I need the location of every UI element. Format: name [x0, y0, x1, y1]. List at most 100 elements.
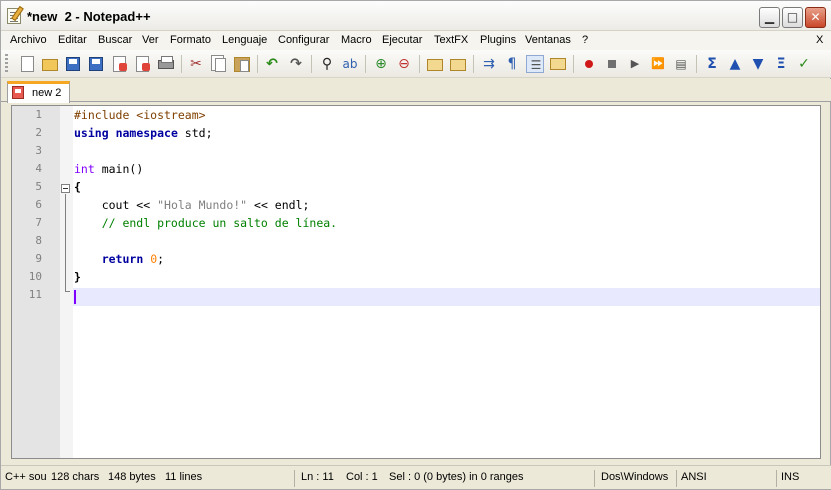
open-icon[interactable]: [41, 55, 59, 73]
menu-ver[interactable]: Ver: [142, 34, 159, 46]
code-token: return: [101, 252, 144, 266]
code-token: << endl;: [247, 198, 310, 212]
code-token: "Hola Mundo!": [157, 198, 248, 212]
menu-editar[interactable]: Editar: [58, 34, 87, 46]
menu-help[interactable]: ?: [582, 34, 588, 46]
word-wrap-icon[interactable]: ⇉: [480, 55, 498, 73]
save-all-icon[interactable]: [87, 55, 105, 73]
notepad-app-icon[interactable]: [7, 8, 21, 24]
maximize-button[interactable]: □: [782, 7, 803, 28]
redo-icon[interactable]: ↷: [287, 55, 305, 73]
replace-icon[interactable]: ab: [341, 55, 359, 73]
code-line[interactable]: int main(): [74, 162, 143, 176]
sync-vertical-icon[interactable]: [426, 55, 444, 73]
status-line: Ln : 11: [301, 471, 334, 483]
stop-macro-icon[interactable]: [603, 55, 621, 73]
line-number[interactable]: 2: [12, 126, 42, 139]
code-token: ;: [157, 252, 165, 266]
toolbar: ✂ ↶ ↷ ⚲ ab ⊕ ⊖ ⇉ ¶ ☰ ▶ ⏩ ▤ Σ ▲ ▼ Ξ ✓: [1, 50, 831, 78]
textfx-icon[interactable]: Σ: [703, 55, 721, 73]
save-macro-icon[interactable]: ▤: [672, 55, 690, 73]
close-all-icon[interactable]: [134, 55, 152, 73]
code-editor[interactable]: 1 2 3 4 5 6 7 8 9 10 11 #include <iostream> using n…: [11, 105, 821, 459]
code-line[interactable]: return 0;: [74, 252, 164, 266]
run-macro-multiple-icon[interactable]: ⏩: [649, 55, 667, 73]
menu-textfx[interactable]: TextFX: [434, 34, 468, 46]
fold-margin[interactable]: [60, 106, 73, 458]
indent-guide-icon[interactable]: ☰: [526, 55, 544, 73]
unsaved-file-icon: [12, 86, 24, 99]
cut-icon[interactable]: ✂: [187, 55, 205, 73]
menu-configurar[interactable]: Configurar: [278, 34, 329, 46]
code-token: }: [74, 270, 81, 284]
status-encoding: ANSI: [681, 470, 777, 487]
menu-bar: Archivo Editar Buscar Ver Formato Lengua…: [1, 31, 831, 50]
menu-ejecutar[interactable]: Ejecutar: [382, 34, 422, 46]
line-number[interactable]: 3: [12, 144, 42, 157]
copy-icon[interactable]: [210, 55, 228, 73]
code-line[interactable]: cout << "Hola Mundo!" << endl;: [74, 198, 310, 212]
next-icon[interactable]: ▼: [749, 55, 767, 73]
line-number[interactable]: 1: [12, 108, 42, 121]
new-icon[interactable]: [19, 55, 37, 73]
save-icon[interactable]: [64, 55, 82, 73]
undo-icon[interactable]: ↶: [263, 55, 281, 73]
paste-icon[interactable]: [233, 55, 251, 73]
text-caret: [74, 290, 76, 304]
line-number[interactable]: 11: [12, 288, 42, 301]
code-token: int: [74, 162, 95, 176]
code-token: // endl produce un salto de línea.: [74, 216, 338, 230]
menu-macro[interactable]: Macro: [341, 34, 372, 46]
play-macro-icon[interactable]: ▶: [626, 55, 644, 73]
toolbar-separator: [257, 55, 258, 73]
minimize-button[interactable]: ▁: [759, 7, 780, 28]
code-line[interactable]: #include <iostream>: [74, 108, 206, 122]
close-icon[interactable]: [111, 55, 129, 73]
close-window-button[interactable]: ✕: [805, 7, 826, 28]
menu-buscar[interactable]: Buscar: [98, 34, 132, 46]
print-icon[interactable]: [157, 55, 175, 73]
toolbar-grip[interactable]: [5, 54, 8, 74]
code-token: {: [74, 180, 81, 194]
zoom-out-icon[interactable]: ⊖: [395, 55, 413, 73]
toolbar-separator: [696, 55, 697, 73]
line-number[interactable]: 5: [12, 180, 42, 193]
code-token: using: [74, 126, 109, 140]
menu-archivo[interactable]: Archivo: [10, 34, 47, 46]
line-number[interactable]: 6: [12, 198, 42, 211]
line-number[interactable]: 7: [12, 216, 42, 229]
status-column: Col : 1: [346, 471, 378, 483]
record-macro-icon[interactable]: [580, 55, 598, 73]
find-icon[interactable]: ⚲: [318, 55, 336, 73]
line-number[interactable]: 9: [12, 252, 42, 265]
status-chars: 128 chars: [51, 471, 100, 483]
sync-horizontal-icon[interactable]: [449, 55, 467, 73]
menu-ventanas[interactable]: Ventanas: [525, 34, 571, 46]
user-lang-icon[interactable]: [549, 55, 567, 73]
close-document-button[interactable]: X: [816, 34, 823, 46]
line-number[interactable]: 8: [12, 234, 42, 247]
code-token: namespace: [115, 126, 178, 140]
line-number[interactable]: 4: [12, 162, 42, 175]
code-line[interactable]: {: [74, 180, 81, 194]
show-all-chars-icon[interactable]: ¶: [503, 55, 521, 73]
textfx-sort-icon[interactable]: Ξ: [772, 55, 790, 73]
spellcheck-icon[interactable]: ✓: [795, 55, 813, 73]
line-number[interactable]: 10: [12, 270, 42, 283]
tab-label: new 2: [32, 87, 62, 99]
tab-new-2[interactable]: new 2: [7, 81, 70, 103]
previous-icon[interactable]: ▲: [726, 55, 744, 73]
zoom-in-icon[interactable]: ⊕: [372, 55, 390, 73]
fold-toggle-icon[interactable]: [61, 184, 70, 193]
fold-end-marker: [65, 291, 70, 292]
menu-plugins[interactable]: Plugins: [480, 34, 516, 46]
code-line[interactable]: using namespace std;: [74, 126, 213, 140]
title-bar[interactable]: *new 2 - Notepad++ ▁ □ ✕: [1, 1, 831, 31]
code-line[interactable]: // endl produce un salto de línea.: [74, 216, 337, 230]
menu-formato[interactable]: Formato: [170, 34, 211, 46]
code-line[interactable]: }: [74, 270, 81, 284]
menu-lenguaje[interactable]: Lenguaje: [222, 34, 267, 46]
code-token: cout <<: [74, 198, 158, 212]
